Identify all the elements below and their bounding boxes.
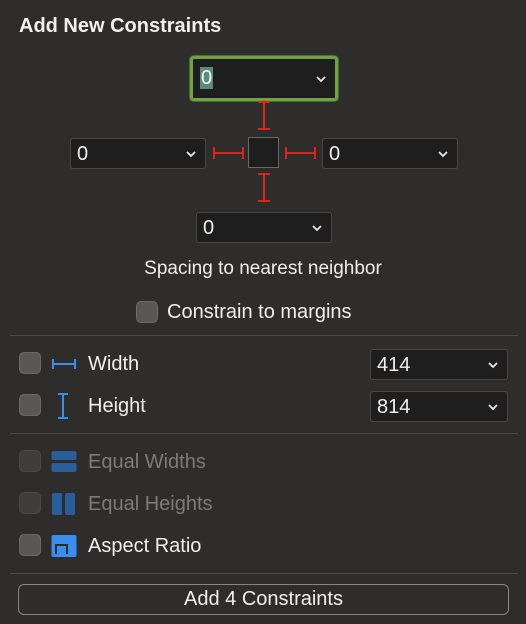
left-spacing-field[interactable]: 0 — [70, 138, 206, 169]
width-checkbox[interactable] — [19, 352, 41, 374]
divider — [10, 433, 518, 434]
aspect-ratio-label: Aspect Ratio — [88, 535, 202, 557]
divider — [10, 335, 518, 336]
height-checkbox[interactable] — [19, 394, 41, 416]
divider — [10, 573, 518, 574]
height-field[interactable]: 814 — [370, 391, 508, 422]
chevron-down-icon[interactable] — [184, 144, 198, 164]
spacing-caption: Spacing to nearest neighbor — [144, 258, 382, 279]
right-strut-icon[interactable] — [284, 143, 318, 163]
height-label: Height — [88, 395, 146, 417]
width-value[interactable]: 414 — [377, 354, 410, 376]
equal-widths-label: Equal Widths — [88, 451, 206, 473]
view-anchor-box — [248, 137, 279, 168]
aspect-ratio-checkbox[interactable] — [19, 534, 41, 556]
panel-title: Add New Constraints — [19, 15, 222, 37]
top-spacing-value[interactable]: 0 — [200, 67, 214, 89]
top-strut-icon[interactable] — [254, 100, 274, 132]
height-dimension-icon — [58, 393, 68, 419]
equal-widths-checkbox — [19, 450, 41, 472]
chevron-down-icon[interactable] — [314, 69, 328, 89]
aspect-ratio-icon — [51, 535, 77, 557]
chevron-down-icon[interactable] — [486, 397, 500, 417]
right-spacing-field[interactable]: 0 — [322, 138, 458, 169]
right-spacing-value[interactable]: 0 — [329, 143, 340, 165]
equal-heights-label: Equal Heights — [88, 493, 213, 515]
left-strut-icon[interactable] — [212, 143, 246, 163]
bottom-strut-icon[interactable] — [254, 172, 274, 204]
add-constraints-panel: Add New Constraints 0 0 0 0 Spacing to n… — [0, 0, 526, 624]
width-dimension-icon — [52, 359, 76, 369]
equal-heights-icon — [52, 493, 75, 515]
add-constraints-button[interactable]: Add 4 Constraints — [18, 584, 509, 615]
equal-heights-checkbox — [19, 492, 41, 514]
constrain-to-margins-checkbox[interactable] — [136, 301, 158, 323]
chevron-down-icon[interactable] — [310, 218, 324, 238]
chevron-down-icon[interactable] — [436, 144, 450, 164]
constrain-to-margins-label[interactable]: Constrain to margins — [167, 300, 352, 324]
chevron-down-icon[interactable] — [486, 355, 500, 375]
left-spacing-value[interactable]: 0 — [77, 143, 88, 165]
top-spacing-field[interactable]: 0 — [190, 56, 338, 101]
equal-widths-icon — [51, 451, 77, 472]
bottom-spacing-field[interactable]: 0 — [196, 212, 332, 243]
height-value[interactable]: 814 — [377, 396, 410, 418]
width-field[interactable]: 414 — [370, 349, 508, 380]
width-label: Width — [88, 353, 140, 375]
bottom-spacing-value[interactable]: 0 — [203, 217, 214, 239]
